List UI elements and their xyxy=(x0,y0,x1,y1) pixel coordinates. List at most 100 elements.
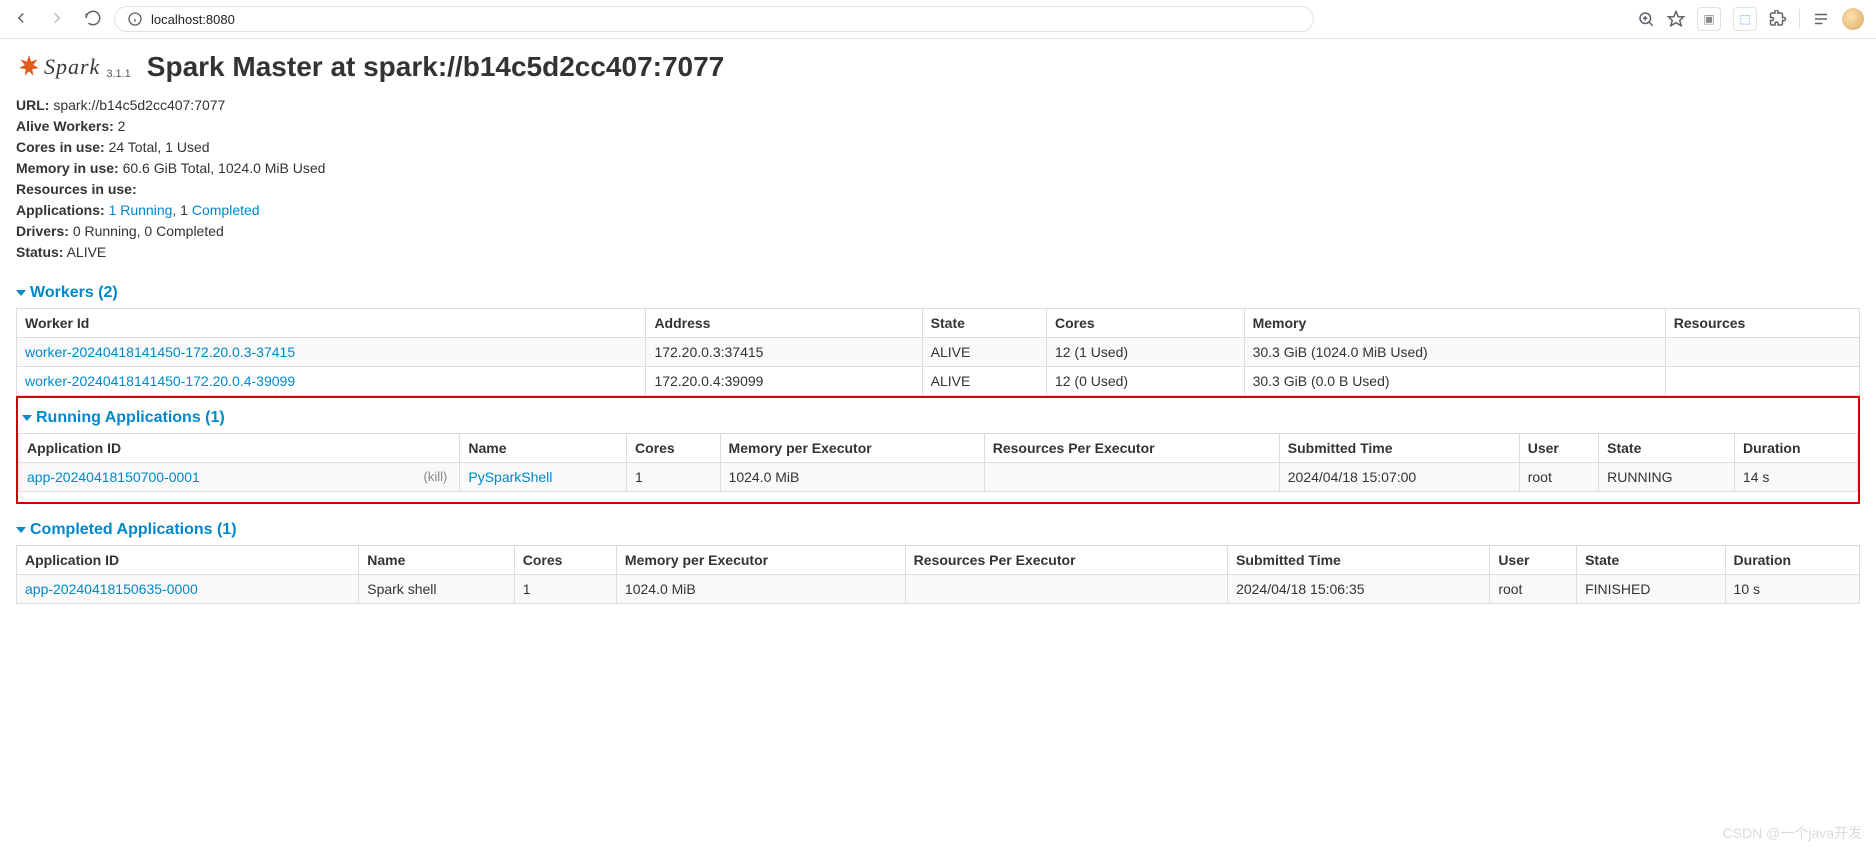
running-apps-toggle[interactable]: Running Applications (1) xyxy=(22,409,225,427)
col-cores[interactable]: Cores xyxy=(1046,309,1244,338)
col-memory[interactable]: Memory xyxy=(1244,309,1665,338)
kill-link[interactable]: (kill) xyxy=(424,469,448,484)
summary-block: URL: spark://b14c5d2cc407:7077 Alive Wor… xyxy=(16,95,1860,263)
col-dur[interactable]: Duration xyxy=(1734,434,1857,463)
col-user[interactable]: User xyxy=(1490,546,1577,575)
cell-mem: 1024.0 MiB xyxy=(720,463,984,492)
table-row: worker-20240418141450-172.20.0.4-39099 1… xyxy=(17,367,1860,396)
cell-res xyxy=(984,463,1279,492)
col-mem[interactable]: Memory per Executor xyxy=(616,546,905,575)
url-bar[interactable]: localhost:8080 xyxy=(114,6,1314,32)
workers-table: Worker Id Address State Cores Memory Res… xyxy=(16,308,1860,396)
cell-time: 2024/04/18 15:07:00 xyxy=(1279,463,1519,492)
page-header: Spark 3.1.1 Spark Master at spark://b14c… xyxy=(16,51,1860,83)
zoom-icon[interactable] xyxy=(1637,10,1655,28)
cell-state: FINISHED xyxy=(1577,575,1725,604)
browser-toolbar: localhost:8080 ▣ ⬚ xyxy=(0,0,1876,39)
page-content: Spark 3.1.1 Spark Master at spark://b14c… xyxy=(0,39,1876,616)
col-state[interactable]: State xyxy=(1577,546,1725,575)
caret-down-icon xyxy=(22,415,32,421)
col-time[interactable]: Submitted Time xyxy=(1228,546,1490,575)
cell-address: 172.20.0.4:39099 xyxy=(646,367,922,396)
cell-user: root xyxy=(1519,463,1598,492)
cell-state: RUNNING xyxy=(1599,463,1735,492)
col-name[interactable]: Name xyxy=(460,434,627,463)
memory-value: 60.6 GiB Total, 1024.0 MiB Used xyxy=(123,160,326,176)
col-time[interactable]: Submitted Time xyxy=(1279,434,1519,463)
logo-text: Spark xyxy=(44,54,100,80)
worker-link[interactable]: worker-20240418141450-172.20.0.3-37415 xyxy=(25,344,295,360)
col-dur[interactable]: Duration xyxy=(1725,546,1859,575)
cell-dur: 10 s xyxy=(1725,575,1859,604)
forward-button[interactable] xyxy=(48,9,66,30)
drivers-label: Drivers: xyxy=(16,223,69,239)
toolbar-actions: ▣ ⬚ xyxy=(1637,7,1864,31)
running-apps-table: Application ID Name Cores Memory per Exe… xyxy=(18,433,1858,492)
status-label: Status: xyxy=(16,244,63,260)
extension-1[interactable]: ▣ xyxy=(1697,7,1721,31)
url-value: spark://b14c5d2cc407:7077 xyxy=(53,97,225,113)
col-app-id[interactable]: Application ID xyxy=(17,546,359,575)
col-cores[interactable]: Cores xyxy=(627,434,721,463)
caret-down-icon xyxy=(16,290,26,296)
apps-running-link[interactable]: 1 Running xyxy=(109,202,173,218)
nav-buttons xyxy=(12,9,102,30)
cell-dur: 14 s xyxy=(1734,463,1857,492)
apps-label: Applications: xyxy=(16,202,105,218)
workers-header: Workers (2) xyxy=(16,283,1860,302)
logo-version: 3.1.1 xyxy=(106,68,130,80)
spark-star-icon xyxy=(16,54,42,80)
cell-resources xyxy=(1665,338,1859,367)
back-button[interactable] xyxy=(12,9,30,30)
app-name-link[interactable]: PySparkShell xyxy=(468,469,552,485)
cell-state: ALIVE xyxy=(922,367,1046,396)
reading-list-icon[interactable] xyxy=(1812,10,1830,28)
profile-avatar[interactable] xyxy=(1842,8,1864,30)
status-value: ALIVE xyxy=(67,244,107,260)
watermark: CSDN @一个java开发 xyxy=(1723,823,1862,843)
running-apps-header: Running Applications (1) xyxy=(18,408,1858,427)
col-address[interactable]: Address xyxy=(646,309,922,338)
cores-value: 24 Total, 1 Used xyxy=(109,139,210,155)
col-cores[interactable]: Cores xyxy=(514,546,616,575)
bookmark-star-icon[interactable] xyxy=(1667,10,1685,28)
cell-mem: 1024.0 MiB xyxy=(616,575,905,604)
cell-cores: 1 xyxy=(514,575,616,604)
col-app-id[interactable]: Application ID xyxy=(19,434,460,463)
alive-workers-value: 2 xyxy=(118,118,126,134)
url-label: URL: xyxy=(16,97,49,113)
completed-apps-header: Completed Applications (1) xyxy=(16,520,1860,539)
completed-apps-toggle[interactable]: Completed Applications (1) xyxy=(16,521,237,539)
url-text: localhost:8080 xyxy=(151,12,235,27)
caret-down-icon xyxy=(16,527,26,533)
col-user[interactable]: User xyxy=(1519,434,1598,463)
app-link[interactable]: app-20240418150635-0000 xyxy=(25,581,198,597)
reload-button[interactable] xyxy=(84,9,102,30)
cell-memory: 30.3 GiB (0.0 B Used) xyxy=(1244,367,1665,396)
cell-res xyxy=(905,575,1227,604)
app-link[interactable]: app-20240418150700-0001 xyxy=(27,469,200,485)
col-res[interactable]: Resources Per Executor xyxy=(905,546,1227,575)
resources-label: Resources in use: xyxy=(16,181,137,197)
cell-cores: 12 (0 Used) xyxy=(1046,367,1244,396)
col-resources[interactable]: Resources xyxy=(1665,309,1859,338)
cell-time: 2024/04/18 15:06:35 xyxy=(1228,575,1490,604)
col-name[interactable]: Name xyxy=(359,546,515,575)
completed-apps-table: Application ID Name Cores Memory per Exe… xyxy=(16,545,1860,604)
separator xyxy=(1799,9,1800,29)
cell-cores: 1 xyxy=(627,463,721,492)
col-worker-id[interactable]: Worker Id xyxy=(17,309,646,338)
workers-toggle[interactable]: Workers (2) xyxy=(16,284,118,302)
extensions-icon[interactable] xyxy=(1769,10,1787,28)
table-row: app-20240418150635-0000 Spark shell 1 10… xyxy=(17,575,1860,604)
memory-label: Memory in use: xyxy=(16,160,119,176)
cell-cores: 12 (1 Used) xyxy=(1046,338,1244,367)
cell-address: 172.20.0.3:37415 xyxy=(646,338,922,367)
col-state[interactable]: State xyxy=(1599,434,1735,463)
col-mem[interactable]: Memory per Executor xyxy=(720,434,984,463)
apps-completed-link[interactable]: Completed xyxy=(192,202,260,218)
worker-link[interactable]: worker-20240418141450-172.20.0.4-39099 xyxy=(25,373,295,389)
extension-translate[interactable]: ⬚ xyxy=(1733,7,1757,31)
col-res[interactable]: Resources Per Executor xyxy=(984,434,1279,463)
col-state[interactable]: State xyxy=(922,309,1046,338)
